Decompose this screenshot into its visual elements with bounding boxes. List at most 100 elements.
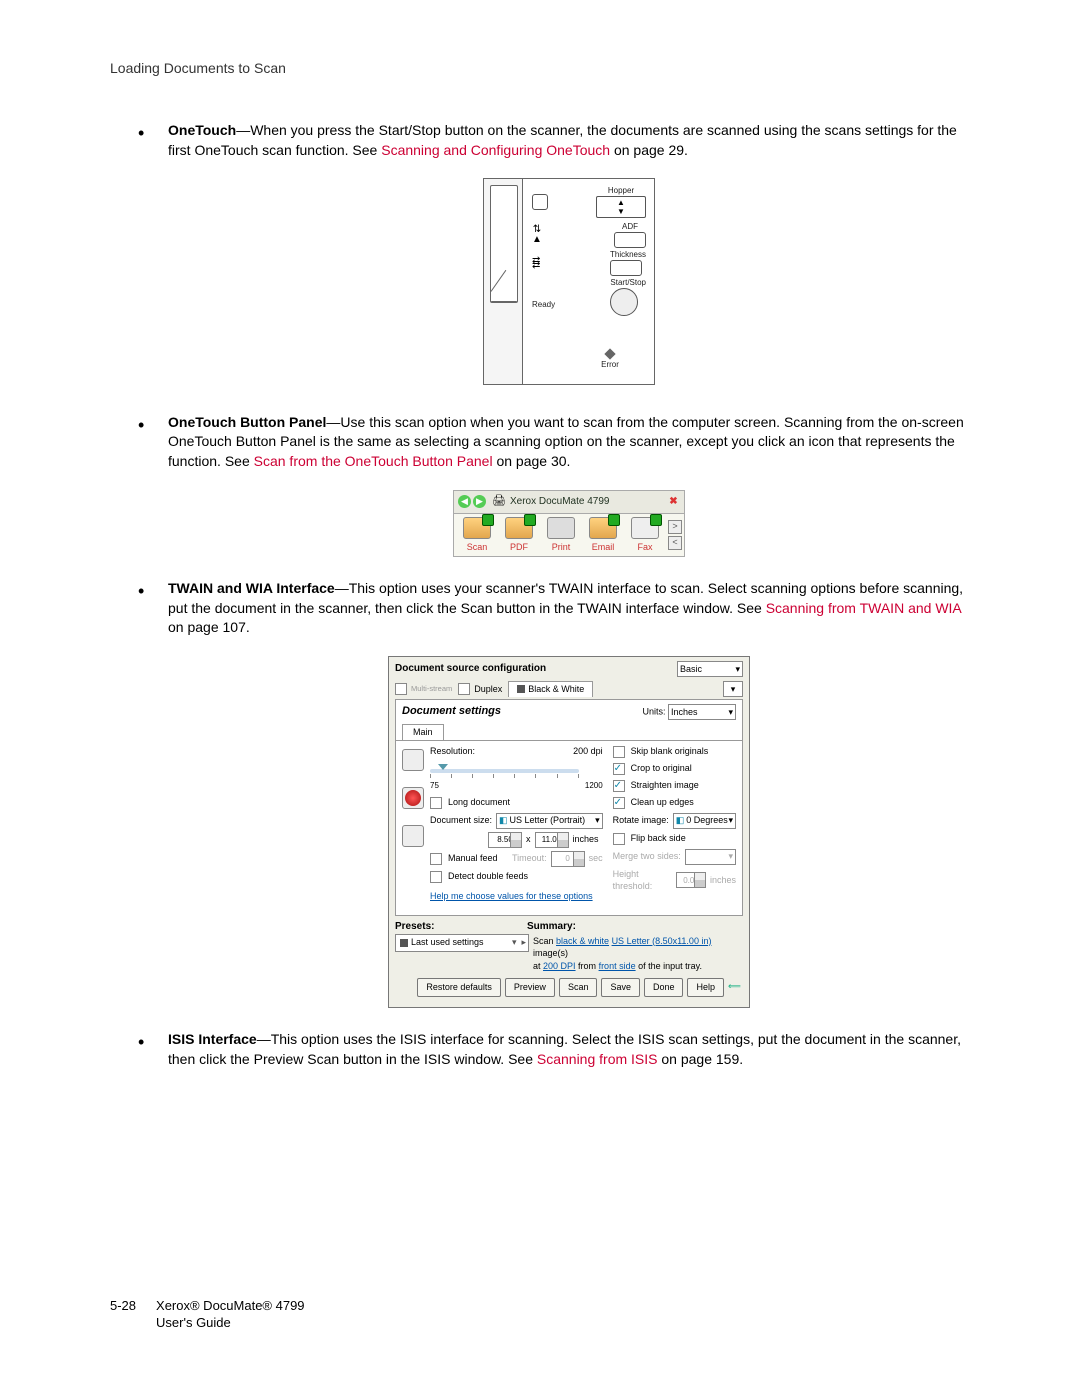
panel-item-print[interactable]: Print bbox=[540, 517, 582, 554]
bullet-isis: ISIS Interface—This option uses the ISIS… bbox=[138, 1030, 970, 1069]
cleanedges-checkbox[interactable] bbox=[613, 797, 625, 809]
term: OneTouch bbox=[168, 122, 236, 138]
side-icon-3[interactable] bbox=[402, 825, 424, 847]
label-error: Error bbox=[580, 350, 640, 370]
term: TWAIN and WIA Interface bbox=[168, 580, 335, 596]
units-select[interactable]: Inches▾ bbox=[668, 704, 736, 720]
heightth-label: Height threshold: bbox=[613, 868, 672, 893]
long-doc-label: Long document bbox=[448, 796, 510, 809]
hopper-buttons: ▲▼ bbox=[596, 196, 646, 218]
xref-link[interactable]: Scan from the OneTouch Button Panel bbox=[254, 453, 493, 469]
resolution-value: 200 dpi bbox=[573, 745, 603, 758]
crop-label: Crop to original bbox=[631, 762, 692, 775]
tab-overflow[interactable]: ▾ bbox=[723, 681, 743, 697]
section-title: Document settings bbox=[402, 704, 501, 719]
height-spin[interactable]: 11.00 bbox=[535, 832, 569, 848]
side-icon-2[interactable] bbox=[402, 787, 424, 809]
manualfeed-checkbox[interactable] bbox=[430, 853, 442, 865]
straighten-checkbox[interactable] bbox=[613, 780, 625, 792]
flip-checkbox[interactable] bbox=[613, 833, 625, 845]
bullet-onetouch-panel: OneTouch Button Panel—Use this scan opti… bbox=[138, 413, 970, 557]
bullet-onetouch: OneTouch—When you press the Start/Stop b… bbox=[138, 121, 970, 391]
skipblank-label: Skip blank originals bbox=[631, 745, 709, 758]
tail: on page 107. bbox=[168, 619, 250, 635]
mode-select[interactable]: Basic▾ bbox=[677, 661, 743, 677]
multistream-checkbox[interactable]: Multi-stream bbox=[395, 683, 452, 695]
dblfeed-label: Detect double feeds bbox=[448, 870, 528, 883]
scroll-right-icon[interactable]: > bbox=[668, 520, 682, 534]
xref-link[interactable]: Scanning and Configuring OneTouch bbox=[381, 142, 610, 158]
docsize-select[interactable]: ◧ US Letter (Portrait)▾ bbox=[496, 813, 603, 829]
duplex-checkbox[interactable]: Duplex bbox=[458, 683, 502, 696]
panel-item-pdf[interactable]: PDF bbox=[498, 517, 540, 554]
timeout-spin: 0 bbox=[551, 851, 585, 867]
panel-item-email[interactable]: Email bbox=[582, 517, 624, 554]
units-label: Units: bbox=[642, 707, 665, 717]
bullet-twain: TWAIN and WIA Interface—This option uses… bbox=[138, 579, 970, 1008]
timeout-label: Timeout: bbox=[512, 852, 547, 865]
rotate-label: Rotate image: bbox=[613, 814, 669, 827]
printer-icon: 🖨 bbox=[492, 494, 506, 509]
resolution-slider[interactable] bbox=[430, 762, 603, 780]
btn-restore[interactable]: Restore defaults bbox=[417, 978, 501, 997]
xref-link[interactable]: Scanning from TWAIN and WIA bbox=[766, 600, 961, 616]
tail: on page 159. bbox=[658, 1051, 744, 1067]
nav-prev-icon[interactable]: ◀ bbox=[458, 495, 471, 508]
scanner-diagram: Hopper ▲▼ ⇅▲ ADF bbox=[483, 178, 655, 385]
resolution-label: Resolution: bbox=[430, 745, 475, 758]
page-header: Loading Documents to Scan bbox=[110, 60, 970, 76]
summary-text: Scan black & white US Letter (8.50x11.00… bbox=[533, 934, 743, 973]
btn-scan[interactable]: Scan bbox=[559, 978, 598, 997]
thickness-side-icon: ⇄⇄ bbox=[532, 258, 540, 268]
cleanedges-label: Clean up edges bbox=[631, 796, 694, 809]
rotate-select[interactable]: ◧ 0 Degrees▾ bbox=[673, 813, 736, 829]
dlg-title: Document source configuration bbox=[395, 662, 677, 676]
side-icon-1[interactable] bbox=[402, 749, 424, 771]
term: ISIS Interface bbox=[168, 1031, 257, 1047]
label-thickness: Thickness bbox=[610, 249, 646, 260]
flip-label: Flip back side bbox=[631, 832, 686, 845]
panel-item-fax[interactable]: Fax bbox=[624, 517, 666, 554]
scroll-left-icon[interactable]: < bbox=[668, 536, 682, 550]
twain-dialog: Document source configuration Basic▾ Mul… bbox=[388, 656, 750, 1008]
crop-checkbox[interactable] bbox=[613, 763, 625, 775]
help-link[interactable]: Help me choose values for these options bbox=[430, 890, 593, 903]
adf-side-icon: ⇅▲ bbox=[532, 225, 542, 245]
heightth-unit: inches bbox=[710, 874, 736, 887]
tab-main[interactable]: Main bbox=[402, 724, 444, 740]
btn-done[interactable]: Done bbox=[644, 978, 684, 997]
nav-next-icon[interactable]: ▶ bbox=[473, 495, 486, 508]
panel-item-scan[interactable]: Scan bbox=[456, 517, 498, 554]
summary-label: Summary: bbox=[527, 920, 576, 934]
page-number: 5-28 bbox=[110, 1298, 136, 1332]
onetouch-panel: ◀ ▶ 🖨 Xerox DocuMate 4799 ✖ Scan bbox=[453, 490, 685, 558]
label-startstop: Start/Stop bbox=[610, 277, 646, 288]
label-ready: Ready bbox=[532, 299, 555, 310]
page-footer: 5-28 Xerox® DocuMate® 4799 User's Guide bbox=[110, 1298, 305, 1332]
close-icon[interactable]: ✖ bbox=[667, 495, 680, 508]
presets-label: Presets: bbox=[395, 920, 527, 934]
btn-preview[interactable]: Preview bbox=[505, 978, 555, 997]
startstop-button-icon bbox=[610, 288, 638, 316]
tab-bw[interactable]: Black & White bbox=[508, 681, 593, 697]
btn-help[interactable]: Help bbox=[687, 978, 724, 997]
dblfeed-checkbox[interactable] bbox=[430, 871, 442, 883]
preset-select[interactable]: Last used settings bbox=[395, 934, 529, 952]
xref-link[interactable]: Scanning from ISIS bbox=[537, 1051, 658, 1067]
btn-save[interactable]: Save bbox=[601, 978, 640, 997]
long-doc-checkbox[interactable] bbox=[430, 797, 442, 809]
doc-icon bbox=[532, 194, 548, 210]
footer-line1: Xerox® DocuMate® 4799 bbox=[156, 1298, 305, 1315]
docsize-label: Document size: bbox=[430, 814, 492, 827]
term: OneTouch Button Panel bbox=[168, 414, 326, 430]
merge-select: ▾ bbox=[685, 849, 736, 865]
skipblank-checkbox[interactable] bbox=[613, 746, 625, 758]
timeout-unit: sec bbox=[589, 852, 603, 865]
res-min: 75 bbox=[430, 780, 439, 791]
back-arrow-icon[interactable]: ⟸ bbox=[728, 980, 743, 995]
width-spin[interactable]: 8.50 bbox=[488, 832, 522, 848]
label-hopper: Hopper bbox=[596, 185, 646, 196]
panel-title: Xerox DocuMate 4799 bbox=[510, 495, 667, 509]
size-unit: inches bbox=[573, 833, 599, 846]
merge-label: Merge two sides: bbox=[613, 850, 681, 863]
